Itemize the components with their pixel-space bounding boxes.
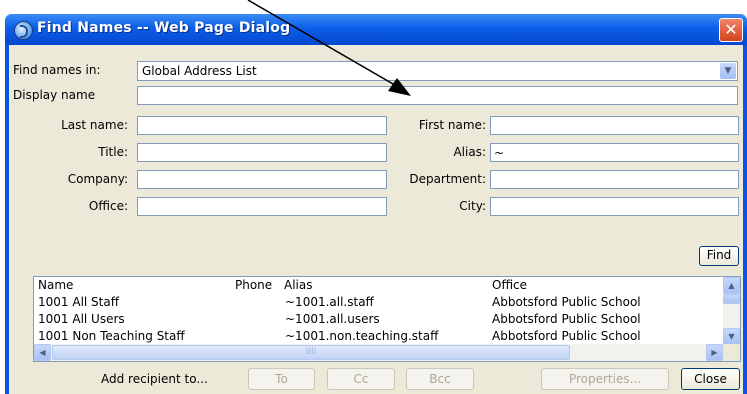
arrow-shaft (247, 0, 401, 89)
arrow-head (388, 78, 411, 96)
annotation-arrow (247, 0, 411, 96)
